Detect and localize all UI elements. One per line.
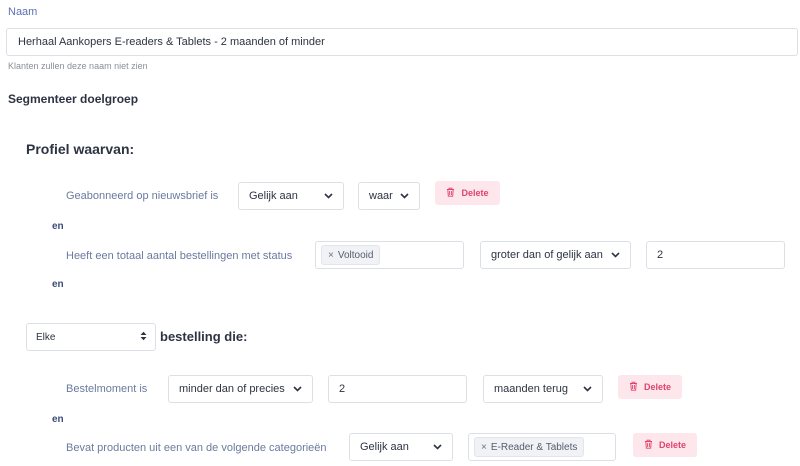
category-tag-label: E-Reader & Tablets	[490, 441, 578, 453]
chevron-down-icon	[323, 191, 333, 201]
operator-select-value: groter dan of gelijk aan	[491, 249, 603, 261]
trash-icon	[644, 439, 653, 451]
sort-arrows-icon	[140, 331, 147, 344]
close-icon[interactable]: ×	[328, 250, 334, 261]
connector-and: en	[52, 221, 64, 232]
connector-and: en	[52, 414, 64, 425]
value-select-newsletter[interactable]: waar	[358, 182, 420, 210]
status-tag-label: Voltooid	[337, 249, 374, 261]
status-tag-input[interactable]: × Voltooid	[315, 241, 464, 269]
trash-icon	[446, 187, 455, 199]
delete-label: Delete	[643, 382, 671, 392]
trash-icon	[629, 381, 638, 393]
operator-select-categories[interactable]: Gelijk aan	[349, 433, 453, 461]
close-icon[interactable]: ×	[481, 442, 487, 453]
condition-label-order-count: Heeft een totaal aantal bestellingen met…	[66, 250, 293, 262]
delete-button-newsletter[interactable]: Delete	[435, 181, 500, 205]
chevron-down-icon	[432, 442, 442, 452]
chevron-down-icon	[582, 384, 592, 394]
months-input[interactable]: 2	[328, 375, 467, 403]
delete-button-order-moment[interactable]: Delete	[618, 375, 682, 399]
order-count-input[interactable]: 2	[646, 241, 785, 269]
condition-label-newsletter: Geabonneerd op nieuwsbrief is	[66, 190, 219, 202]
delete-button-categories[interactable]: Delete	[633, 433, 697, 457]
condition-label-categories: Bevat producten uit een van de volgende …	[66, 442, 327, 454]
order-count-value: 2	[657, 249, 664, 261]
chevron-down-icon	[610, 250, 620, 260]
months-value: 2	[339, 383, 346, 395]
order-scope-select[interactable]: Elke	[26, 323, 156, 351]
operator-select-order-moment[interactable]: minder dan of precies	[168, 375, 313, 403]
chevron-down-icon	[399, 191, 409, 201]
profile-title: Profiel waarvan:	[26, 141, 135, 157]
name-hint: Klanten zullen deze naam niet zien	[8, 61, 148, 71]
operator-select-newsletter[interactable]: Gelijk aan	[238, 182, 344, 210]
status-tag: × Voltooid	[321, 245, 381, 265]
operator-select-order-count[interactable]: groter dan of gelijk aan	[480, 241, 631, 269]
delete-label: Delete	[658, 440, 686, 450]
unit-select-order-moment[interactable]: maanden terug	[483, 375, 603, 403]
segment-title: Segmenteer doelgroep	[8, 92, 139, 106]
unit-select-value: maanden terug	[494, 383, 568, 395]
category-tag: × E-Reader & Tablets	[474, 437, 585, 457]
connector-and: en	[52, 279, 64, 290]
category-tag-input[interactable]: × E-Reader & Tablets	[468, 433, 616, 461]
operator-select-value: Gelijk aan	[360, 441, 409, 453]
delete-label: Delete	[461, 188, 489, 198]
operator-select-value: Gelijk aan	[249, 190, 298, 202]
value-select-value: waar	[369, 190, 393, 202]
order-scope-label: bestelling die:	[160, 329, 248, 344]
name-input[interactable]	[6, 28, 798, 56]
order-scope-value: Elke	[36, 331, 56, 343]
chevron-down-icon	[292, 384, 302, 394]
operator-select-value: minder dan of precies	[179, 383, 285, 395]
condition-label-order-moment: Bestelmoment is	[66, 383, 148, 395]
name-label: Naam	[8, 6, 38, 18]
